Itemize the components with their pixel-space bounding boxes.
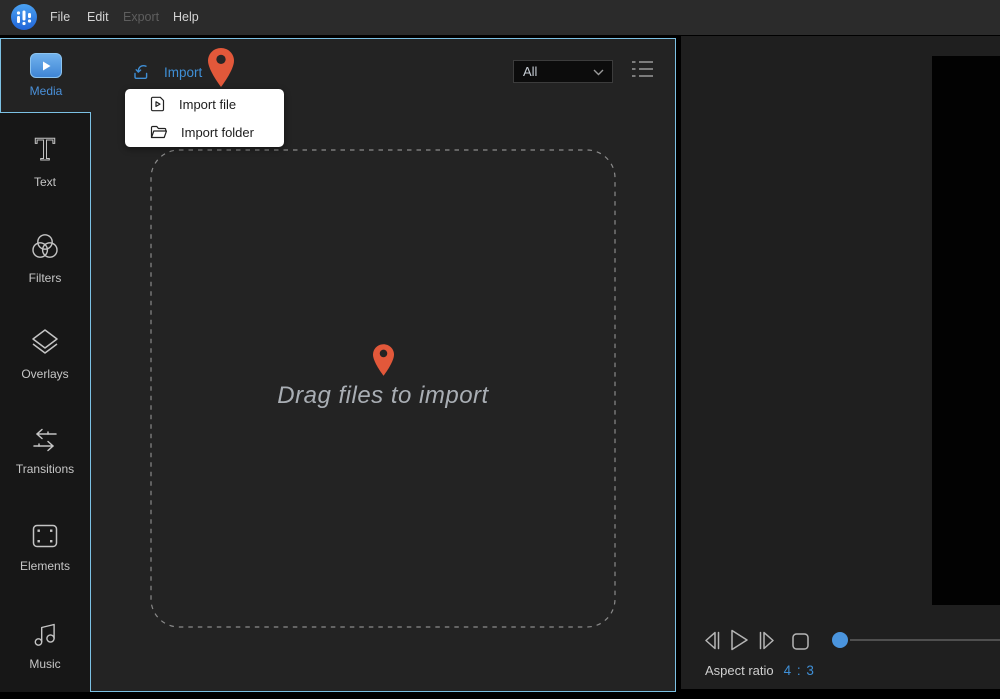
menu-bar: File Edit Export Help — [0, 0, 1000, 35]
app-logo-icon — [11, 4, 37, 30]
sidebar-item-label: Media — [30, 84, 63, 98]
chevron-down-icon — [593, 69, 604, 76]
svg-text:T: T — [35, 133, 55, 167]
aspect-ratio-row: Aspect ratio 4 : 3 — [705, 663, 815, 678]
media-panel: Media T Text Filters — [0, 38, 676, 692]
stop-button[interactable] — [791, 632, 810, 651]
dropzone-label: Drag files to import — [150, 382, 616, 410]
text-icon: T — [28, 133, 62, 167]
import-button[interactable]: Import — [132, 61, 202, 83]
sidebar-item-elements[interactable]: Elements — [0, 499, 90, 596]
pin-marker-icon — [373, 344, 394, 376]
sidebar-item-label: Elements — [20, 559, 70, 573]
menu-item-import-folder[interactable]: Import folder — [125, 119, 284, 145]
media-content: Import All — [91, 38, 676, 692]
sidebar-item-transitions[interactable]: Transitions — [0, 403, 90, 500]
menu-item-label: Import folder — [181, 125, 254, 140]
seek-bar-handle[interactable] — [832, 632, 848, 648]
list-view-button[interactable] — [631, 60, 655, 80]
sidebar-item-label: Music — [29, 657, 60, 671]
media-filter-select[interactable]: All — [513, 60, 613, 83]
menu-item-import-file[interactable]: Import file — [125, 91, 284, 117]
file-play-icon — [150, 96, 165, 112]
sidebar-item-music[interactable]: Music — [0, 596, 90, 693]
preview-screen — [932, 56, 1000, 605]
sidebar-item-filters[interactable]: Filters — [0, 210, 90, 307]
preview-panel: Aspect ratio 4 : 3 — [681, 36, 1000, 689]
transitions-icon — [28, 426, 62, 454]
sidebar: T Text Filters Overlays — [0, 113, 91, 692]
pin-marker-icon — [208, 47, 234, 88]
menu-export: Export — [119, 0, 163, 35]
import-button-label: Import — [164, 65, 202, 80]
media-filter-value: All — [514, 64, 537, 79]
music-icon — [28, 617, 62, 649]
import-dropdown-menu: Import file Import folder — [125, 89, 284, 147]
previous-frame-button[interactable] — [702, 630, 722, 651]
sidebar-item-media[interactable]: Media — [0, 38, 91, 113]
sidebar-item-text[interactable]: T Text — [0, 113, 90, 210]
folder-icon — [150, 125, 167, 139]
menu-item-label: Import file — [179, 97, 236, 112]
sidebar-item-label: Overlays — [21, 367, 68, 381]
seek-bar-track[interactable] — [850, 639, 1000, 641]
menu-help[interactable]: Help — [169, 0, 203, 35]
play-button[interactable] — [727, 628, 751, 652]
import-icon — [132, 63, 151, 82]
sidebar-item-label: Transitions — [16, 462, 74, 476]
media-icon — [30, 53, 62, 78]
filters-icon — [28, 231, 62, 263]
sidebar-item-overlays[interactable]: Overlays — [0, 306, 90, 403]
menu-file[interactable]: File — [46, 0, 74, 35]
aspect-ratio-value[interactable]: 4 : 3 — [784, 663, 815, 678]
menu-edit[interactable]: Edit — [83, 0, 113, 35]
overlays-icon — [28, 327, 62, 359]
import-dropzone[interactable]: Drag files to import — [150, 149, 616, 628]
sidebar-item-label: Text — [34, 175, 56, 189]
elements-icon — [28, 521, 62, 551]
next-frame-button[interactable] — [757, 630, 777, 651]
sidebar-item-label: Filters — [29, 271, 62, 285]
aspect-ratio-label: Aspect ratio — [705, 663, 774, 678]
